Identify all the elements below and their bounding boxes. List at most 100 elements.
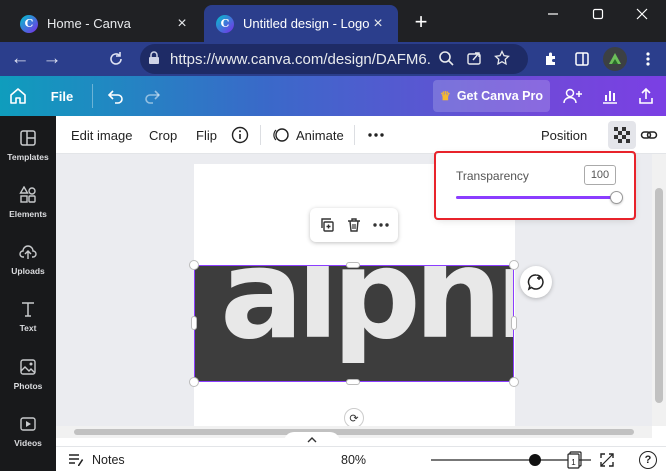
- help-button[interactable]: ?: [639, 447, 657, 471]
- canva-logo-icon: C: [216, 14, 234, 33]
- home-icon[interactable]: [6, 76, 30, 116]
- more-options-icon[interactable]: [368, 116, 384, 154]
- animate-button[interactable]: Animate: [272, 116, 344, 154]
- sidebar-item-label: Videos: [14, 438, 42, 448]
- zoom-slider-knob[interactable]: [529, 454, 541, 466]
- transparency-button[interactable]: [608, 121, 636, 149]
- toolbar-divider: [260, 125, 261, 145]
- sidebar-item-label: Elements: [9, 209, 47, 219]
- transparency-checker-icon: [614, 127, 630, 143]
- page-count-button[interactable]: 1: [567, 447, 583, 471]
- resize-handle-bottom[interactable]: [346, 379, 360, 385]
- link-icon[interactable]: [640, 116, 658, 154]
- editor-footer: Notes 80% 1 ?: [56, 446, 666, 471]
- new-tab-button[interactable]: +: [410, 11, 432, 33]
- sidebar-item-text[interactable]: Text: [0, 289, 56, 343]
- position-button[interactable]: Position: [541, 116, 587, 154]
- crown-icon: ♛: [440, 89, 451, 103]
- resize-handle-right[interactable]: [511, 316, 517, 330]
- sidebar-item-uploads[interactable]: Uploads: [0, 232, 56, 286]
- flip-button[interactable]: Flip: [196, 116, 217, 154]
- get-pro-label: Get Canva Pro: [456, 89, 543, 103]
- selection-border: [194, 265, 514, 382]
- close-icon[interactable]: ×: [174, 15, 190, 32]
- sidebar-item-elements[interactable]: Elements: [0, 175, 56, 229]
- side-panel-icon[interactable]: [571, 48, 593, 70]
- transparency-slider-knob[interactable]: [610, 191, 623, 204]
- pages-icon: 1: [567, 450, 582, 469]
- resize-handle-bottom-left[interactable]: [189, 377, 199, 387]
- rotate-icon[interactable]: ⟳: [344, 408, 364, 426]
- transparency-value-input[interactable]: 100: [584, 165, 616, 185]
- address-bar-row: ← → https://www.canva.com/design/DAFM6..…: [0, 42, 666, 76]
- editor-sidebar: Templates Elements Uploads Text Photos V…: [0, 116, 56, 471]
- zoom-level[interactable]: 80%: [341, 447, 366, 471]
- more-options-icon[interactable]: [370, 214, 392, 236]
- undo-icon[interactable]: [104, 76, 128, 116]
- file-menu-button[interactable]: File: [42, 76, 82, 116]
- window-close-icon[interactable]: [622, 0, 662, 28]
- scrollbar-thumb[interactable]: [655, 188, 663, 403]
- chevron-up-icon: [307, 437, 317, 443]
- browser-tab-strip: C Home - Canva × C Untitled design - Log…: [0, 0, 666, 42]
- add-comment-button[interactable]: [520, 266, 552, 298]
- tab-title: Untitled design - Logo: [243, 16, 370, 31]
- resize-handle-top-left[interactable]: [189, 260, 199, 270]
- fullscreen-icon[interactable]: [599, 447, 615, 471]
- resize-handle-left[interactable]: [191, 316, 197, 330]
- resize-handle-bottom-right[interactable]: [509, 377, 519, 387]
- back-arrow-icon[interactable]: ←: [8, 47, 32, 71]
- close-icon[interactable]: ×: [370, 15, 386, 32]
- horizontal-scrollbar[interactable]: [56, 426, 652, 438]
- share-people-icon[interactable]: [560, 76, 586, 116]
- forward-arrow-icon[interactable]: →: [40, 47, 64, 71]
- photos-icon: [18, 357, 38, 377]
- profile-avatar[interactable]: [603, 47, 627, 71]
- sidebar-item-photos[interactable]: Photos: [0, 347, 56, 401]
- url-field[interactable]: https://www.canva.com/design/DAFM6...: [140, 44, 528, 74]
- lock-icon: [148, 50, 160, 68]
- canva-logo-icon: C: [20, 14, 38, 33]
- animate-label: Animate: [296, 127, 344, 143]
- upload-share-icon[interactable]: [634, 76, 658, 116]
- crop-button[interactable]: Crop: [149, 116, 177, 154]
- sidebar-item-videos[interactable]: Videos: [0, 404, 56, 458]
- minimize-icon[interactable]: [533, 0, 573, 28]
- transparency-label: Transparency: [456, 169, 529, 183]
- vertical-scrollbar[interactable]: [652, 154, 666, 426]
- reload-icon[interactable]: [104, 47, 128, 71]
- tab-home-canva[interactable]: C Home - Canva ×: [8, 5, 202, 42]
- tab-untitled-design[interactable]: C Untitled design - Logo ×: [204, 5, 398, 42]
- share-icon[interactable]: [466, 50, 482, 69]
- transparency-popover: Transparency 100: [436, 153, 634, 218]
- resize-handle-top-right[interactable]: [509, 260, 519, 270]
- get-canva-pro-button[interactable]: ♛ Get Canva Pro: [433, 80, 550, 112]
- element-floating-toolbar: [310, 208, 398, 242]
- notes-icon: [68, 453, 84, 467]
- trash-icon[interactable]: [343, 214, 365, 236]
- toolbar-divider: [354, 125, 355, 145]
- duplicate-icon[interactable]: [316, 214, 338, 236]
- url-text: https://www.canva.com/design/DAFM6...: [170, 50, 432, 68]
- info-icon[interactable]: [231, 116, 249, 154]
- templates-icon: [18, 128, 38, 148]
- resize-handle-top[interactable]: [346, 262, 360, 268]
- uploads-icon: [18, 242, 38, 262]
- zoom-search-icon[interactable]: [438, 50, 454, 69]
- scrollbar-thumb[interactable]: [74, 429, 634, 435]
- browser-menu-icon[interactable]: [637, 48, 659, 70]
- edit-image-button[interactable]: Edit image: [71, 116, 132, 154]
- extensions-puzzle-icon[interactable]: [540, 48, 562, 70]
- maximize-icon[interactable]: [578, 0, 618, 28]
- redo-icon[interactable]: [140, 76, 164, 116]
- text-icon: [18, 299, 38, 319]
- sidebar-item-label: Photos: [13, 381, 43, 391]
- header-divider: [92, 84, 93, 108]
- svg-text:1: 1: [571, 458, 576, 467]
- transparency-slider[interactable]: [456, 191, 623, 204]
- insights-chart-icon[interactable]: [598, 76, 622, 116]
- bookmark-star-icon[interactable]: [494, 49, 510, 69]
- notes-button[interactable]: Notes: [68, 447, 125, 471]
- sidebar-item-label: Uploads: [11, 266, 45, 276]
- sidebar-item-templates[interactable]: Templates: [0, 118, 56, 172]
